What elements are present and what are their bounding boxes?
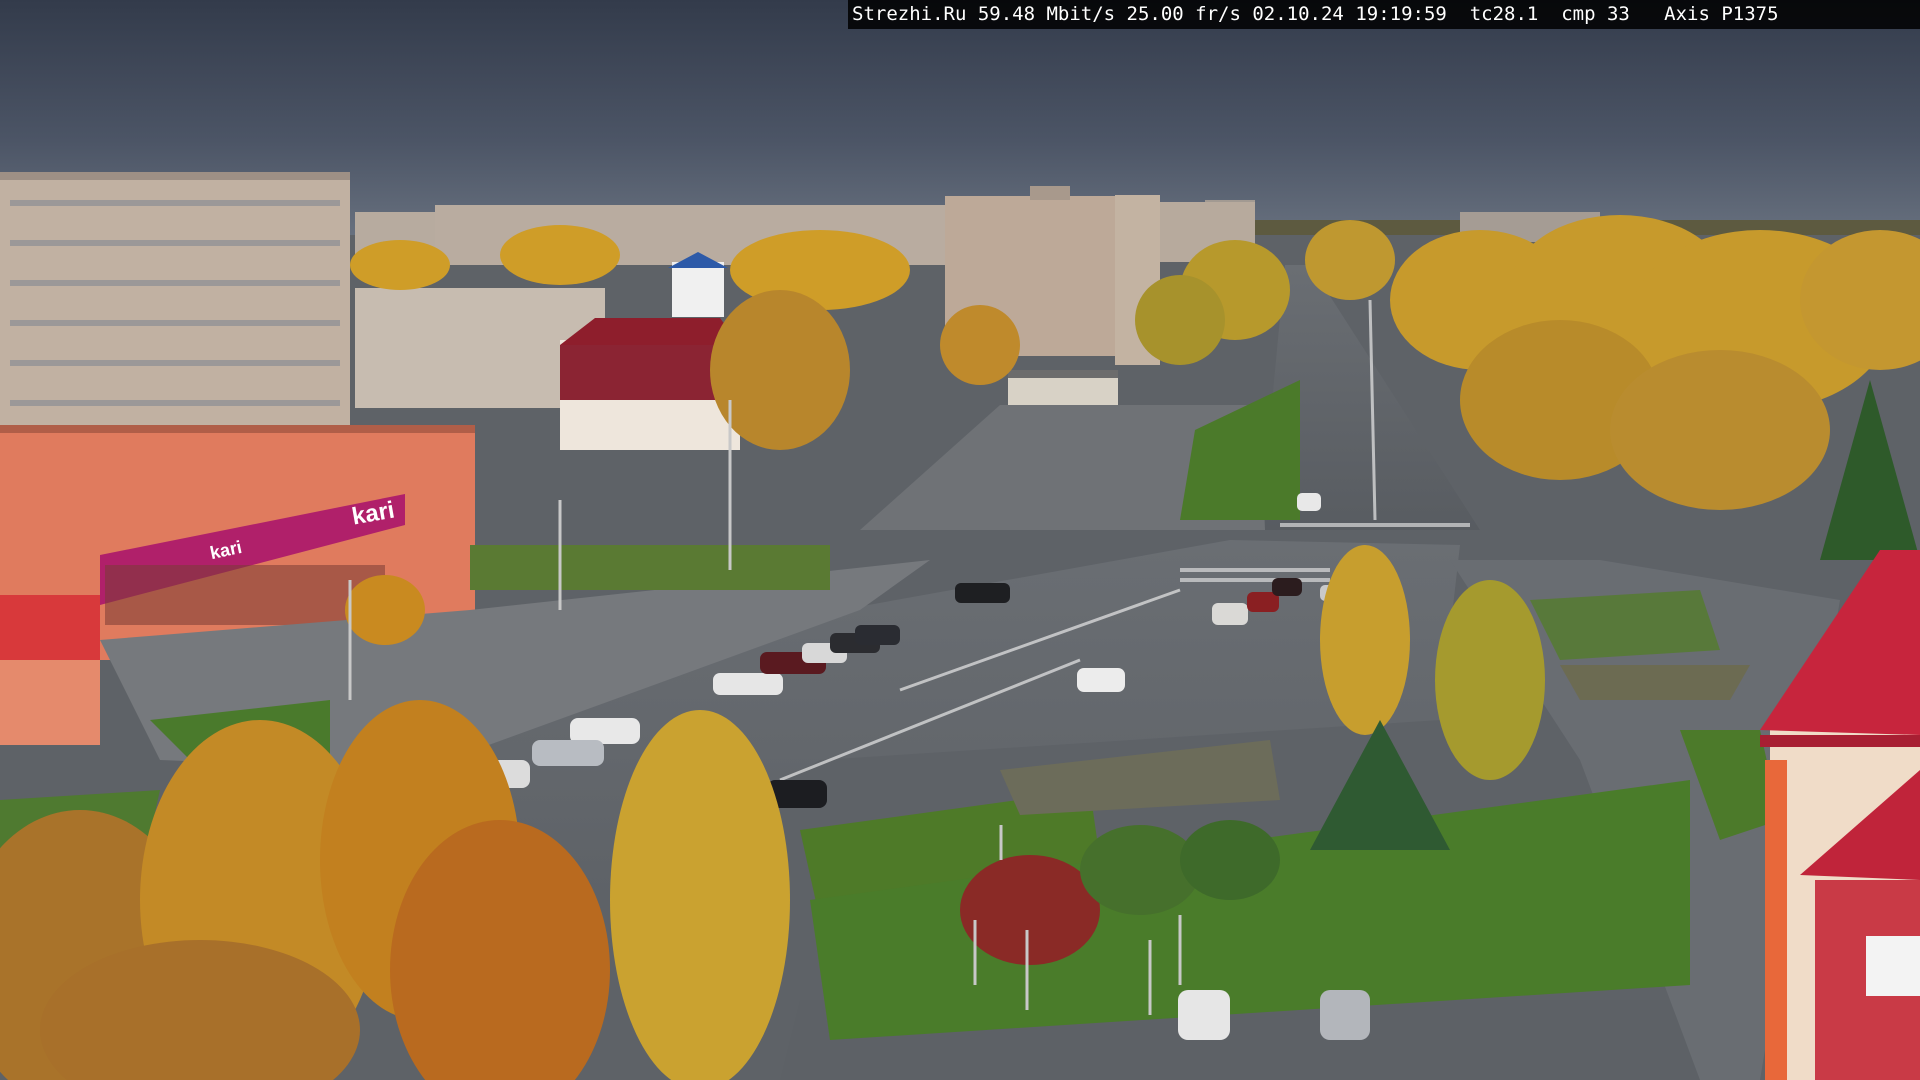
camera-overlay-text: Strezhi.Ru 59.48 Mbit/s 25.00 fr/s 02.10… <box>848 0 1920 29</box>
lawn-left-center <box>470 545 830 590</box>
street-webcam-scene <box>0 0 1920 1080</box>
blue-roof-tower <box>672 262 724 317</box>
